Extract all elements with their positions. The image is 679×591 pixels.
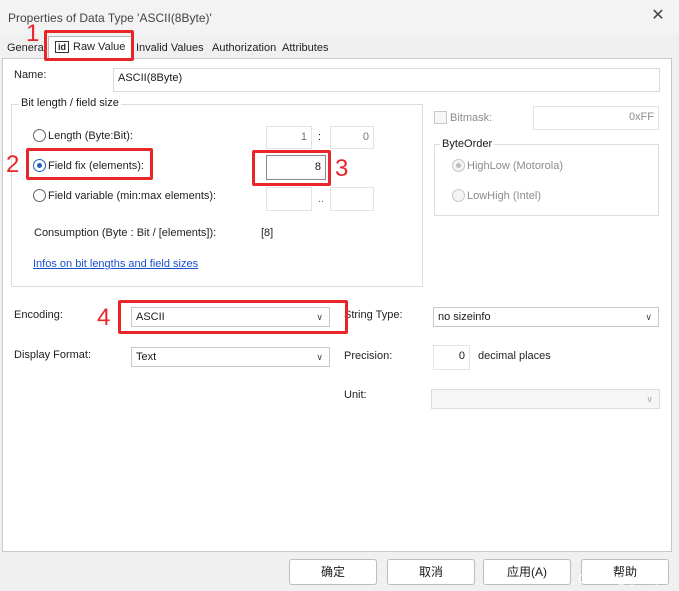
field-variable-max-input[interactable] (330, 187, 374, 211)
apply-button[interactable]: 应用(A) (483, 559, 571, 585)
precision-suffix: decimal places (478, 350, 551, 362)
length-radio[interactable] (33, 129, 46, 142)
encoding-label: Encoding: (14, 309, 63, 321)
highlow-radio[interactable] (452, 159, 465, 172)
highlight-box-raw-value-tab (44, 30, 134, 61)
length-byte-input[interactable]: 1 (266, 126, 312, 149)
byteorder-group (434, 144, 659, 216)
string-type-select[interactable]: no sizeinfo ∨ (433, 307, 659, 327)
consumption-value: [8] (261, 227, 274, 239)
close-icon[interactable]: ✕ (650, 8, 666, 24)
bitmask-input[interactable]: 0xFF (533, 106, 659, 130)
unit-select[interactable]: ∨ (431, 389, 660, 409)
name-input[interactable]: ASCII(8Byte) (113, 68, 660, 92)
annotation-number-1: 1 (26, 20, 40, 47)
highlight-box-field-fix-input (252, 150, 331, 186)
byteorder-group-title: ByteOrder (440, 138, 495, 150)
string-type-value: no sizeinfo (438, 311, 491, 323)
string-type-label: String Type: (344, 309, 403, 321)
highlow-label: HighLow (Motorola) (467, 160, 563, 172)
precision-label: Precision: (344, 350, 393, 362)
precision-input[interactable]: 0 (433, 345, 470, 370)
unit-label: Unit: (344, 389, 367, 401)
bitmask-label: Bitmask: (450, 112, 493, 124)
highlight-box-encoding (118, 300, 348, 334)
bit-length-group-title: Bit length / field size (19, 97, 121, 109)
chevron-down-icon: ∨ (316, 352, 323, 362)
length-label: Length (Byte:Bit): (48, 130, 133, 142)
chevron-down-icon: ∨ (646, 394, 653, 404)
bit-length-info-link[interactable]: Infos on bit lengths and field sizes (33, 258, 198, 270)
highlight-box-field-fix (26, 148, 153, 180)
tab-invalid-values[interactable]: Invalid Values (136, 40, 204, 57)
consumption-label: Consumption (Byte : Bit / [elements]): (34, 227, 217, 239)
bitmask-checkbox[interactable] (434, 111, 447, 124)
display-format-select[interactable]: Text ∨ (131, 347, 330, 367)
field-variable-label: Field variable (min:max elements): (48, 190, 217, 202)
lowhigh-label: LowHigh (Intel) (467, 190, 541, 202)
field-variable-radio[interactable] (33, 189, 46, 202)
annotation-number-3: 3 (335, 155, 349, 182)
length-separator: : (318, 131, 322, 143)
lowhigh-radio[interactable] (452, 189, 465, 202)
annotation-number-4: 4 (97, 304, 111, 331)
field-variable-min-input[interactable] (266, 187, 312, 211)
tab-attributes[interactable]: Attributes (282, 40, 328, 57)
watermark-text: CSDN @小可乐 (578, 572, 664, 586)
tab-authorization[interactable]: Authorization (212, 40, 276, 57)
chevron-down-icon: ∨ (645, 312, 652, 322)
field-variable-separator: .. (318, 193, 325, 205)
name-label: Name: (14, 69, 47, 81)
display-format-value: Text (136, 351, 157, 363)
cancel-button[interactable]: 取消 (387, 559, 475, 585)
display-format-label: Display Format: (14, 349, 92, 361)
annotation-number-2: 2 (6, 151, 20, 178)
length-bit-input[interactable]: 0 (330, 126, 374, 149)
ok-button[interactable]: 确定 (289, 559, 377, 585)
